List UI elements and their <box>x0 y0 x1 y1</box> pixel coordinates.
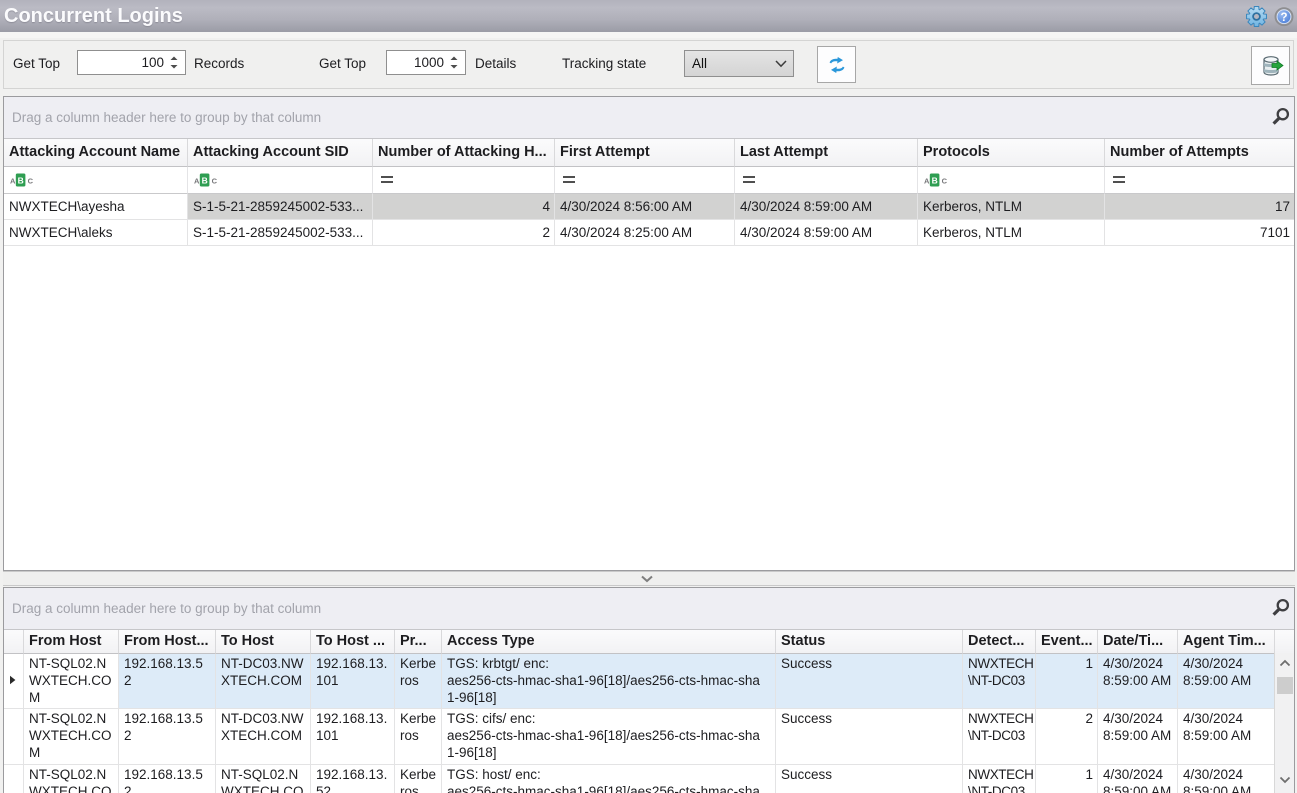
svg-text:C: C <box>212 177 218 186</box>
svg-text:B: B <box>18 176 24 186</box>
svg-text:A: A <box>924 177 930 186</box>
svg-text:A: A <box>10 177 16 186</box>
svg-text:C: C <box>942 177 948 186</box>
svg-text:B: B <box>932 176 938 186</box>
svg-text:C: C <box>28 177 34 186</box>
svg-text:A: A <box>194 177 200 186</box>
svg-text:B: B <box>202 176 208 186</box>
svg-text:?: ? <box>1280 12 1287 24</box>
